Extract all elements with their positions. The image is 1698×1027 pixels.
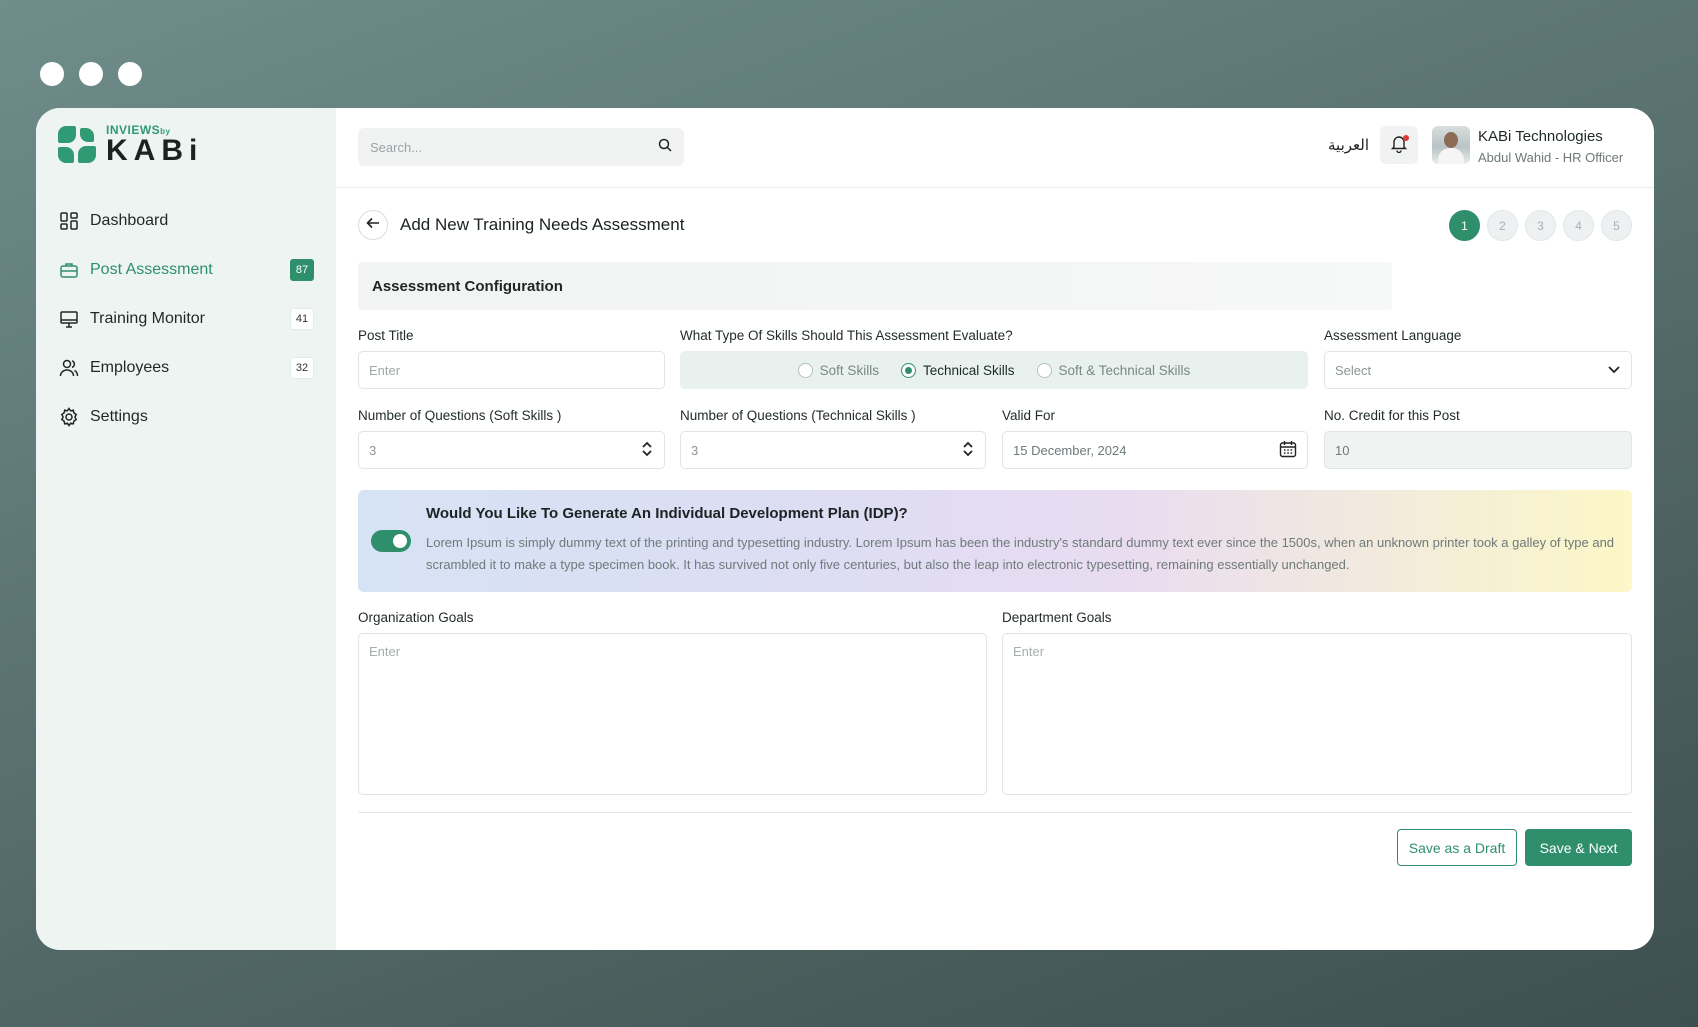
field-label: Organization Goals <box>358 610 474 625</box>
radio-soft-technical-skills[interactable]: Soft & Technical Skills <box>1036 362 1190 378</box>
sidebar-item-employees[interactable]: Employees 32 <box>58 343 314 392</box>
idp-banner: Would You Like To Generate An Individual… <box>358 490 1632 592</box>
field-label: Post Title <box>358 328 414 343</box>
step-4[interactable]: 4 <box>1563 210 1594 241</box>
idp-title: Would You Like To Generate An Individual… <box>426 505 908 522</box>
language-select[interactable]: Select <box>1324 351 1632 389</box>
field-label: Valid For <box>1002 408 1056 423</box>
logo-icon <box>58 126 100 166</box>
sidebar-item-training-monitor[interactable]: Training Monitor 41 <box>58 294 314 343</box>
field-label: What Type Of Skills Should This Assessme… <box>680 328 1013 343</box>
notification-dot <box>1403 135 1409 141</box>
user-role: Abdul Wahid - HR Officer <box>1478 150 1624 165</box>
count-badge: 41 <box>290 307 314 330</box>
sidebar-item-label: Settings <box>90 407 148 425</box>
org-goals-field: Organization Goals <box>358 610 987 795</box>
avatar[interactable] <box>1432 126 1470 164</box>
logo: INVIEWSby KABi <box>58 124 203 166</box>
field-label: Number of Questions (Soft Skills ) <box>358 408 562 423</box>
sidebar-item-dashboard[interactable]: Dashboard <box>58 196 314 245</box>
sidebar-item-post-assessment[interactable]: Post Assessment 87 <box>58 245 314 294</box>
tech-questions-field: Number of Questions (Technical Skills ) … <box>680 408 986 469</box>
credits-input: 10 <box>1324 431 1632 469</box>
section-title: Assessment Configuration <box>358 262 1392 310</box>
dept-goals-textarea[interactable] <box>1013 644 1621 784</box>
save-draft-button[interactable]: Save as a Draft <box>1397 829 1517 866</box>
user-info[interactable]: KABi Technologies Abdul Wahid - HR Offic… <box>1478 128 1623 165</box>
window-dot[interactable] <box>40 62 64 86</box>
field-label: Department Goals <box>1002 610 1112 625</box>
users-icon <box>58 357 80 379</box>
logo-title: KABi <box>106 134 204 167</box>
field-label: Number of Questions (Technical Skills ) <box>680 408 916 423</box>
user-name: KABi Technologies <box>1478 128 1603 145</box>
credits-field: No. Credit for this Post 10 <box>1324 408 1632 469</box>
step-5[interactable]: 5 <box>1601 210 1632 241</box>
page-header: Add New Training Needs Assessment <box>358 210 684 240</box>
skills-type-field: What Type Of Skills Should This Assessme… <box>680 328 1308 389</box>
sidebar-item-label: Training Monitor <box>90 309 206 327</box>
window-dot[interactable] <box>118 62 142 86</box>
step-1[interactable]: 1 <box>1449 210 1480 241</box>
search-icon[interactable] <box>658 138 672 157</box>
post-title-field: Post Title <box>358 328 665 389</box>
sidebar-item-label: Employees <box>90 358 170 376</box>
field-label: No. Credit for this Post <box>1324 408 1460 423</box>
step-3[interactable]: 3 <box>1525 210 1556 241</box>
divider <box>358 812 1632 813</box>
radio-technical-skills[interactable]: Technical Skills <box>900 362 1015 378</box>
save-next-button[interactable]: Save & Next <box>1525 829 1632 866</box>
count-badge: 32 <box>290 356 314 379</box>
main-content: العربية KABi Technologies Abdul Wahid - … <box>336 108 1654 950</box>
search-input[interactable] <box>370 139 658 155</box>
sidebar-nav: Dashboard Post Assessment 87 Training Mo… <box>58 196 314 441</box>
window-dot[interactable] <box>79 62 103 86</box>
back-button[interactable] <box>358 210 388 240</box>
sidebar-item-label: Post Assessment <box>90 260 213 278</box>
count-badge: 87 <box>290 258 314 281</box>
search-bar <box>358 128 684 166</box>
window-controls <box>40 62 142 86</box>
idp-description: Lorem Ipsum is simply dummy text of the … <box>426 535 1615 572</box>
app-window: INVIEWSby KABi Dashboard Post Assessment… <box>36 108 1654 950</box>
post-title-input[interactable] <box>369 362 654 378</box>
org-goals-textarea[interactable] <box>369 644 976 784</box>
soft-questions-field: Number of Questions (Soft Skills ) 3 <box>358 408 665 469</box>
sidebar-item-label: Dashboard <box>90 211 169 229</box>
dept-goals-field: Department Goals <box>1002 610 1632 795</box>
tech-questions-stepper[interactable]: 3 <box>680 431 986 469</box>
skills-radio-group: Soft Skills Technical Skills Soft & Tech… <box>680 351 1308 389</box>
valid-for-field: Valid For 15 December, 2024 <box>1002 408 1308 469</box>
idp-toggle[interactable] <box>371 530 411 552</box>
field-label: Assessment Language <box>1324 328 1462 343</box>
monitor-icon <box>58 308 80 330</box>
chevron-down-icon <box>1607 362 1621 379</box>
radio-soft-skills[interactable]: Soft Skills <box>797 362 879 378</box>
stepper-arrows-icon[interactable] <box>961 440 975 461</box>
stepper-arrows-icon[interactable] <box>640 440 654 461</box>
step-2[interactable]: 2 <box>1487 210 1518 241</box>
sidebar-item-settings[interactable]: Settings <box>58 392 314 441</box>
stepper: 1 2 3 4 5 <box>1449 210 1632 241</box>
valid-for-datepicker[interactable]: 15 December, 2024 <box>1002 431 1308 469</box>
briefcase-icon <box>58 259 80 281</box>
dashboard-icon <box>58 210 80 232</box>
language-field: Assessment Language Select <box>1324 328 1632 389</box>
calendar-icon[interactable] <box>1279 440 1297 461</box>
language-switch[interactable]: العربية <box>1328 136 1369 154</box>
gear-icon <box>58 406 80 428</box>
notifications-button[interactable] <box>1380 126 1418 164</box>
soft-questions-stepper[interactable]: 3 <box>358 431 665 469</box>
topbar: العربية KABi Technologies Abdul Wahid - … <box>336 108 1654 188</box>
sidebar: INVIEWSby KABi Dashboard Post Assessment… <box>36 108 336 950</box>
page-title: Add New Training Needs Assessment <box>400 215 685 234</box>
arrow-left-icon <box>366 216 380 235</box>
